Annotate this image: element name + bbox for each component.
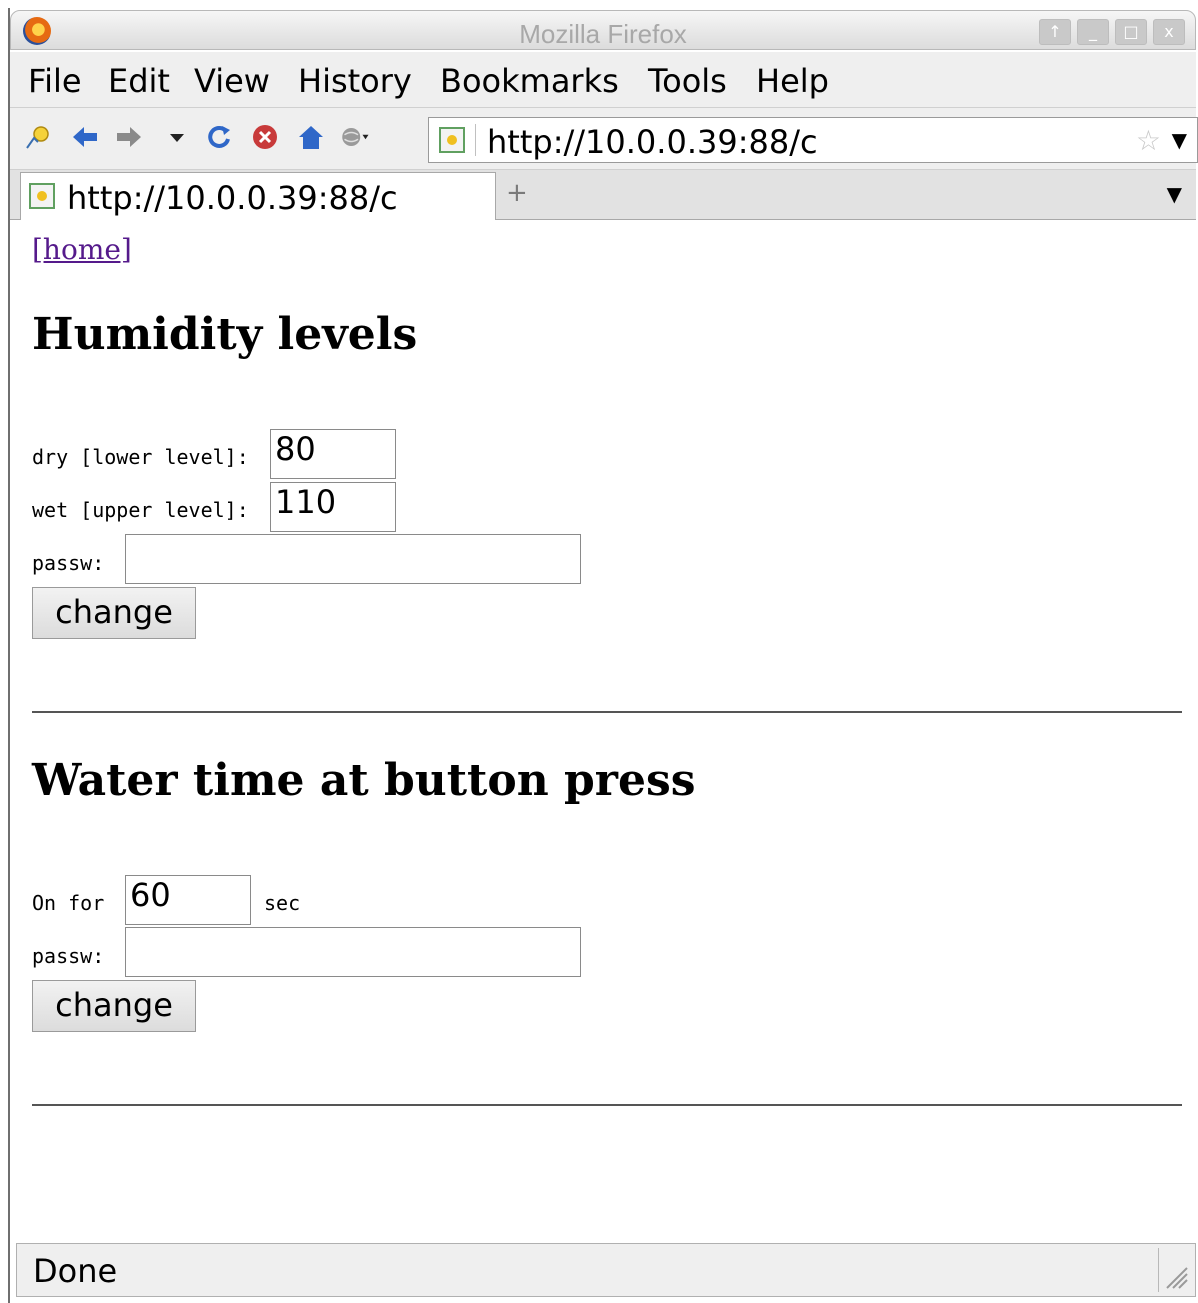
water-heading: Water time at button press xyxy=(32,755,696,806)
menu-edit[interactable]: Edit xyxy=(108,62,170,100)
tab-favicon-icon xyxy=(29,183,55,209)
bookmark-icon[interactable] xyxy=(24,122,54,152)
humidity-passw-label: passw: xyxy=(32,551,105,575)
home-icon[interactable] xyxy=(296,122,326,152)
water-time-input[interactable]: 60 xyxy=(125,875,251,925)
bookmark-star-icon[interactable]: ☆ xyxy=(1136,124,1161,157)
home-link[interactable]: [home] xyxy=(32,233,132,266)
navigation-toolbar: http://10.0.0.39:88/c ☆ ▼ xyxy=(10,108,1198,170)
status-text: Done xyxy=(33,1252,118,1290)
resize-grip-icon[interactable] xyxy=(1158,1248,1189,1292)
menu-help[interactable]: Help xyxy=(756,62,829,100)
forward-icon[interactable] xyxy=(114,122,144,152)
window-close-button[interactable]: x xyxy=(1153,19,1185,45)
menu-bookmarks[interactable]: Bookmarks xyxy=(440,62,619,100)
humidity-change-button[interactable]: change xyxy=(32,587,196,639)
stop-icon[interactable] xyxy=(250,122,280,152)
tab-title: http://10.0.0.39:88/c xyxy=(67,179,398,217)
url-bar[interactable]: http://10.0.0.39:88/c ☆ ▼ xyxy=(428,117,1198,163)
window-controls: ↑ _ □ x xyxy=(1039,19,1185,45)
menu-tools[interactable]: Tools xyxy=(648,62,727,100)
window-title: Mozilla Firefox xyxy=(519,19,687,49)
humidity-heading: Humidity levels xyxy=(32,309,418,360)
dry-label: dry [lower level]: xyxy=(32,445,249,469)
menu-view[interactable]: View xyxy=(194,62,270,100)
window-minimize-button[interactable]: _ xyxy=(1077,19,1109,45)
tab-active[interactable]: http://10.0.0.39:88/c xyxy=(20,172,496,220)
url-separator xyxy=(475,124,476,156)
sec-unit-label: sec xyxy=(264,891,301,915)
new-tab-icon[interactable]: + xyxy=(506,178,528,208)
water-change-button[interactable]: change xyxy=(32,980,196,1032)
wet-input[interactable]: 110 xyxy=(270,482,396,532)
back-icon[interactable] xyxy=(70,122,100,152)
reload-icon[interactable] xyxy=(204,122,234,152)
tab-list-dropdown-icon[interactable]: ▼ xyxy=(1167,182,1182,206)
menu-bar: File Edit View History Bookmarks Tools H… xyxy=(10,52,1196,108)
tab-strip: http://10.0.0.39:88/c + ▼ xyxy=(10,170,1196,220)
on-for-label: On for xyxy=(32,891,105,915)
title-bar: Mozilla Firefox ↑ _ □ x xyxy=(10,10,1196,50)
site-favicon-icon xyxy=(439,127,465,153)
divider xyxy=(32,711,1182,713)
status-bar: Done xyxy=(16,1243,1196,1297)
divider xyxy=(32,1104,1182,1106)
globe-icon[interactable] xyxy=(340,122,370,152)
page-content: [home] Humidity levels dry [lower level]… xyxy=(10,221,1196,1243)
water-password-input[interactable] xyxy=(125,927,581,977)
menu-file[interactable]: File xyxy=(28,62,82,100)
window-up-button[interactable]: ↑ xyxy=(1039,19,1071,45)
history-dropdown-icon[interactable] xyxy=(162,122,192,152)
url-text[interactable]: http://10.0.0.39:88/c xyxy=(487,123,818,161)
url-dropdown-icon[interactable]: ▼ xyxy=(1172,128,1187,152)
window-maximize-button[interactable]: □ xyxy=(1115,19,1147,45)
water-passw-label: passw: xyxy=(32,944,105,968)
wet-label: wet [upper level]: xyxy=(32,498,249,522)
menu-history[interactable]: History xyxy=(298,62,412,100)
humidity-password-input[interactable] xyxy=(125,534,581,584)
dry-input[interactable]: 80 xyxy=(270,429,396,479)
